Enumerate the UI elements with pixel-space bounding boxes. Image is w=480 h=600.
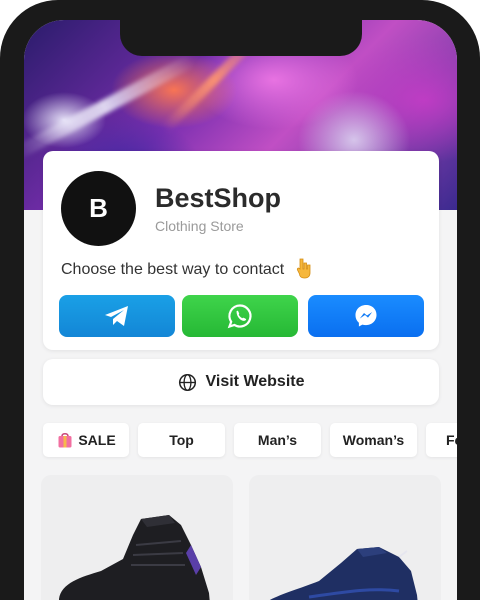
product-card[interactable]	[41, 475, 233, 600]
category-label: Woman’s	[342, 432, 405, 448]
device-notch	[120, 20, 362, 56]
category-chip-womans[interactable]: Woman’s	[330, 423, 417, 457]
app-screen: B BestShop Clothing Store Choose the bes…	[24, 20, 457, 600]
category-label: SALE	[78, 432, 116, 448]
contact-prompt: Choose the best way to contact	[61, 261, 285, 278]
visit-website-button[interactable]: Visit Website	[43, 359, 439, 405]
category-chip-top[interactable]: Top	[138, 423, 225, 457]
shop-category: Clothing Store	[155, 218, 244, 234]
category-chip-sale[interactable]: SALE	[43, 423, 129, 457]
category-label: Man’s	[257, 432, 298, 448]
navy-running-shoe-image	[270, 547, 418, 600]
shop-profile-card: B BestShop Clothing Store Choose the bes…	[43, 151, 439, 350]
avatar: B	[61, 171, 136, 246]
whatsapp-icon	[227, 304, 252, 329]
category-chip-mans[interactable]: Man’s	[234, 423, 321, 457]
product-card[interactable]	[249, 475, 441, 600]
globe-icon	[178, 373, 196, 391]
telegram-button[interactable]	[59, 295, 175, 337]
pointing-down-emoji	[296, 258, 311, 279]
shopping-bag-icon	[58, 432, 72, 448]
category-label: Fo	[446, 432, 457, 448]
category-label: Top	[169, 432, 194, 448]
messenger-button[interactable]	[308, 295, 424, 337]
black-sneaker-image	[59, 515, 210, 600]
whatsapp-button[interactable]	[182, 295, 298, 337]
shop-name: BestShop	[155, 183, 282, 213]
messenger-icon	[355, 305, 377, 327]
visit-website-card: Visit Website	[43, 359, 439, 405]
visit-website-label: Visit Website	[205, 373, 305, 390]
category-chip-partial[interactable]: Fo	[426, 423, 457, 457]
telegram-icon	[105, 306, 128, 326]
